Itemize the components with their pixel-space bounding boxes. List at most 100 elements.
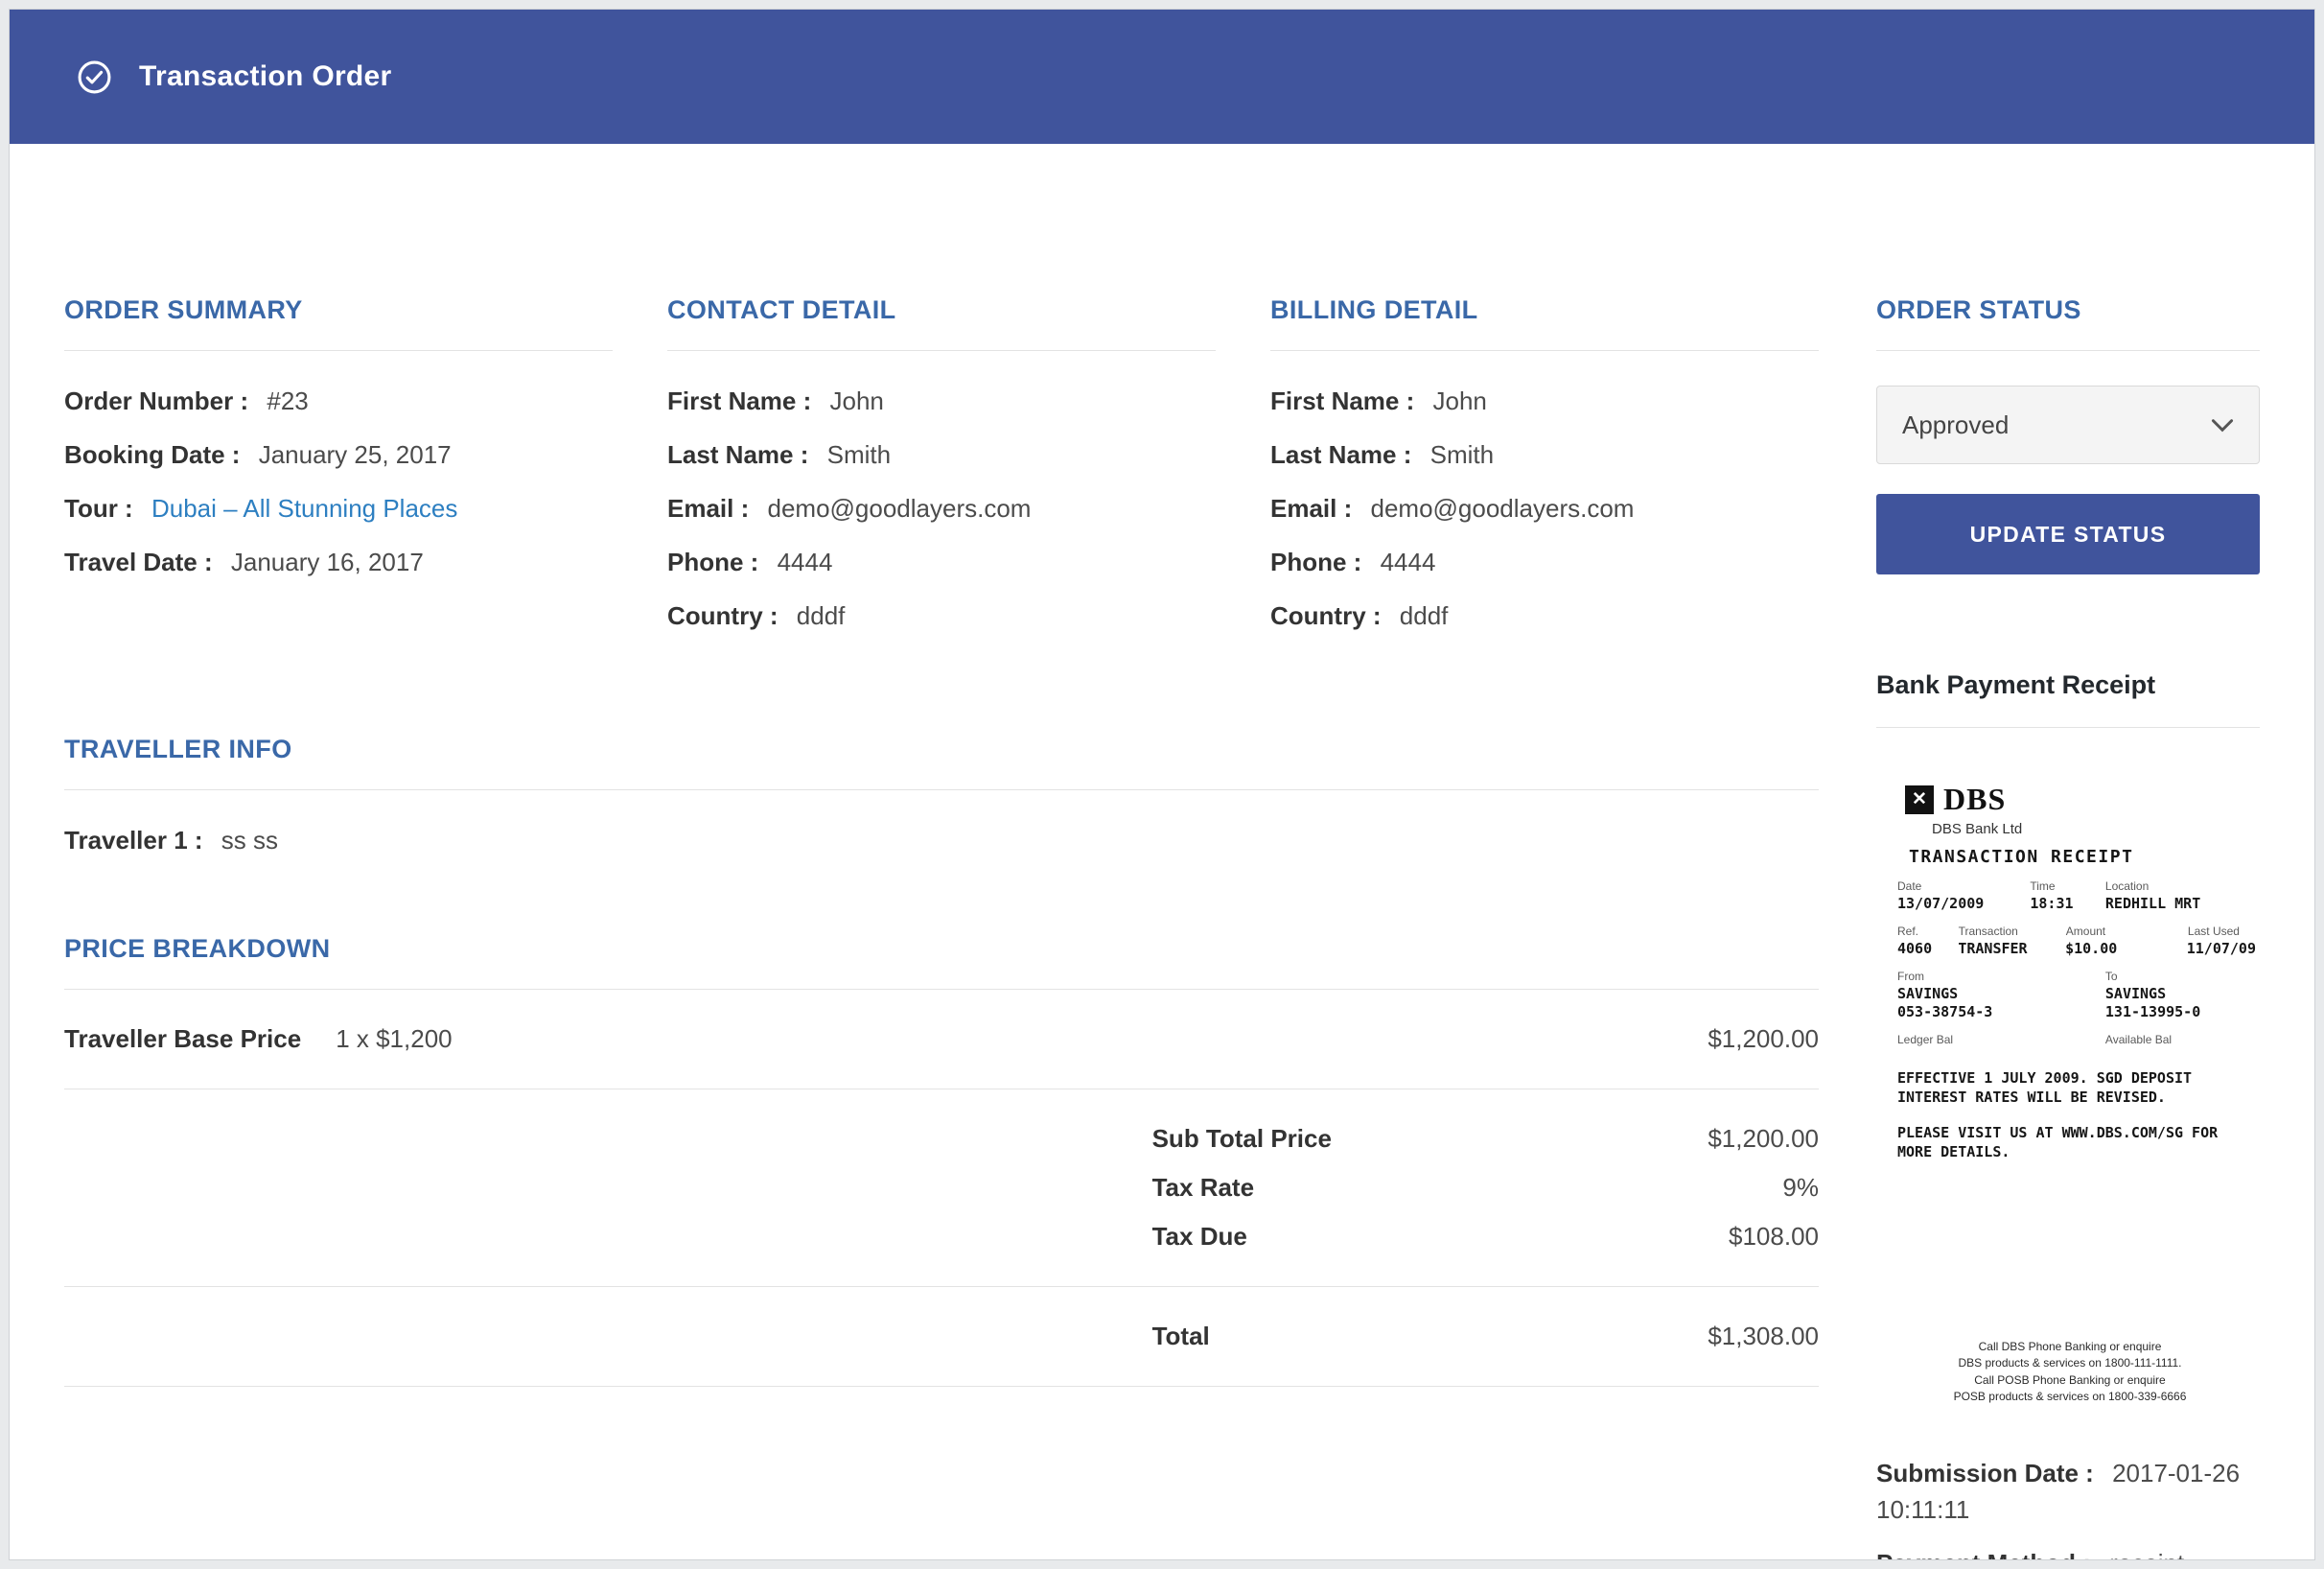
travel-date-label: Travel Date :	[64, 548, 213, 576]
billing-detail-heading: BILLING DETAIL	[1270, 295, 1819, 351]
contact-last-name-label: Last Name :	[667, 440, 808, 469]
subtotal-row: Sub Total Price $1,200.00	[64, 1114, 1819, 1163]
receipt-ledger-bal-label: Ledger Bal	[1897, 1033, 2105, 1046]
billing-last-name-row: Last Name : Smith	[1270, 428, 1819, 481]
booking-date-row: Booking Date : January 25, 2017	[64, 428, 613, 481]
tour-label: Tour :	[64, 494, 133, 523]
order-number-value: #23	[267, 386, 308, 415]
update-status-button[interactable]: UPDATE STATUS	[1876, 494, 2260, 574]
tour-link[interactable]: Dubai – All Stunning Places	[151, 494, 457, 523]
receipt-date-label: Date	[1897, 879, 2030, 893]
tax-rate-label: Tax Rate	[1152, 1173, 1254, 1203]
billing-email-row: Email : demo@goodlayers.com	[1270, 481, 1819, 535]
receipt-footer-line: POSB products & services on 1800-339-666…	[1897, 1389, 2243, 1405]
total-row: Total $1,308.00	[64, 1287, 1819, 1387]
traveller-row: Traveller 1 : ss ss	[64, 813, 1819, 867]
tax-rate-row: Tax Rate 9%	[64, 1163, 1819, 1212]
order-status-sidebar: ORDER STATUS Approved UPDATE STATUS Bank…	[1876, 295, 2260, 1560]
billing-country-row: Country : dddf	[1270, 589, 1819, 643]
receipt-notice-website: PLEASE VISIT US AT WWW.DBS.COM/SG FOR MO…	[1897, 1124, 2256, 1161]
contact-first-name-label: First Name :	[667, 386, 811, 415]
billing-phone-label: Phone :	[1270, 548, 1361, 576]
submission-date-row: Submission Date : 2017-01-26 10:11:11	[1876, 1446, 2254, 1536]
receipt-from-label: From	[1897, 970, 2105, 983]
receipt-amount-label: Amount	[2066, 925, 2188, 938]
contact-country-label: Country :	[667, 601, 779, 630]
receipt-datetime-values: 13/07/2009 18:31 REDHILL MRT	[1897, 895, 2256, 912]
order-number-row: Order Number : #23	[64, 374, 613, 428]
subtotal-value: $1,200.00	[1708, 1124, 1819, 1154]
detail-columns: ORDER SUMMARY Order Number : #23 Booking…	[64, 295, 1819, 643]
billing-last-name-value: Smith	[1430, 440, 1494, 469]
totals-group: Sub Total Price $1,200.00 Tax Rate 9% Ta…	[64, 1089, 1819, 1287]
billing-country-value: dddf	[1400, 601, 1449, 630]
transaction-order-page: Transaction Order ORDER SUMMARY Order Nu…	[9, 9, 2315, 1560]
receipt-ref-label: Ref.	[1897, 925, 1959, 938]
tax-due-row: Tax Due $108.00	[64, 1212, 1819, 1261]
receipt-last-used-value: 11/07/09	[2187, 940, 2256, 957]
contact-email-row: Email : demo@goodlayers.com	[667, 481, 1216, 535]
receipt-ref-labels: Ref. Transaction Amount Last Used	[1897, 925, 2256, 938]
receipt-location-label: Location	[2105, 879, 2256, 893]
receipt-footer-line: Call DBS Phone Banking or enquire	[1897, 1339, 2243, 1355]
submission-date-label: Submission Date :	[1876, 1459, 2094, 1487]
contact-first-name-row: First Name : John	[667, 374, 1216, 428]
receipt-balance-labels: Ledger Bal Available Bal	[1897, 1033, 2256, 1046]
total-label: Total	[1152, 1322, 1210, 1351]
contact-phone-row: Phone : 4444	[667, 535, 1216, 589]
payment-method-label: Payment Method :	[1876, 1549, 2091, 1560]
tax-rate-value: 9%	[1782, 1173, 1819, 1203]
payment-method-row: Payment Method : receipt	[1876, 1536, 2254, 1560]
receipt-to-account-type: SAVINGS	[2105, 985, 2256, 1002]
receipt-ref-value: 4060	[1897, 940, 1958, 957]
receipt-available-bal-label: Available Bal	[2105, 1033, 2256, 1046]
booking-date-label: Booking Date :	[64, 440, 240, 469]
receipt-to-account-number: 131-13995-0	[2105, 1003, 2256, 1020]
contact-phone-value: 4444	[778, 548, 833, 576]
receipt-to-label: To	[2105, 970, 2256, 983]
receipt-footer-line: Call POSB Phone Banking or enquire	[1897, 1372, 2243, 1389]
receipt-from-to-labels: From To	[1897, 970, 2256, 983]
payment-method-value: receipt	[2109, 1549, 2184, 1560]
chevron-down-icon	[2211, 418, 2234, 433]
contact-country-row: Country : dddf	[667, 589, 1216, 643]
tax-due-value: $108.00	[1729, 1222, 1819, 1252]
traveller-info-heading: TRAVELLER INFO	[64, 735, 1819, 790]
billing-email-value: demo@goodlayers.com	[1370, 494, 1634, 523]
section-traveller-info: TRAVELLER INFO Traveller 1 : ss ss	[64, 735, 1819, 867]
receipt-date-value: 13/07/2009	[1897, 895, 2030, 912]
section-order-summary: ORDER SUMMARY Order Number : #23 Booking…	[64, 295, 613, 643]
base-price-label: Traveller Base Price	[64, 1024, 301, 1054]
section-contact-detail: CONTACT DETAIL First Name : John Last Na…	[667, 295, 1216, 643]
content-area: ORDER SUMMARY Order Number : #23 Booking…	[10, 144, 2314, 1560]
bank-payment-receipt-heading: Bank Payment Receipt	[1876, 670, 2260, 728]
billing-country-label: Country :	[1270, 601, 1382, 630]
billing-first-name-row: First Name : John	[1270, 374, 1819, 428]
order-summary-heading: ORDER SUMMARY	[64, 295, 613, 351]
billing-email-label: Email :	[1270, 494, 1352, 523]
receipt-bank-name: DBS Bank Ltd	[1932, 821, 2256, 837]
receipt-title: TRANSACTION RECEIPT	[1909, 847, 2256, 867]
receipt-notice-rates: EFFECTIVE 1 JULY 2009. SGD DEPOSIT INTER…	[1897, 1069, 2256, 1107]
traveller-label: Traveller 1 :	[64, 826, 203, 855]
payment-meta: Submission Date : 2017-01-26 10:11:11 Pa…	[1876, 1446, 2260, 1560]
receipt-last-used-label: Last Used	[2188, 925, 2256, 938]
booking-date-value: January 25, 2017	[259, 440, 452, 469]
billing-first-name-value: John	[1433, 386, 1487, 415]
billing-first-name-label: First Name :	[1270, 386, 1414, 415]
contact-last-name-value: Smith	[827, 440, 891, 469]
section-price-breakdown: PRICE BREAKDOWN Traveller Base Price 1 x…	[64, 934, 1819, 1387]
receipt-account-type-values: SAVINGS SAVINGS	[1897, 985, 2256, 1002]
dbs-logo-text: DBS	[1943, 782, 2006, 817]
receipt-transaction-label: Transaction	[1959, 925, 2066, 938]
page-header: Transaction Order	[10, 10, 2314, 144]
receipt-location-value: REDHILL MRT	[2105, 895, 2256, 912]
main-column: ORDER SUMMARY Order Number : #23 Booking…	[64, 295, 1819, 1560]
order-status-select[interactable]: Approved	[1876, 386, 2260, 464]
base-price-amount: $1,200.00	[1708, 1024, 1819, 1054]
travel-date-row: Travel Date : January 16, 2017	[64, 535, 613, 589]
billing-phone-value: 4444	[1381, 548, 1436, 576]
check-circle-icon	[77, 59, 112, 95]
receipt-amount-value: $10.00	[2065, 940, 2187, 957]
base-price-row: Traveller Base Price 1 x $1,200 $1,200.0…	[64, 990, 1819, 1089]
